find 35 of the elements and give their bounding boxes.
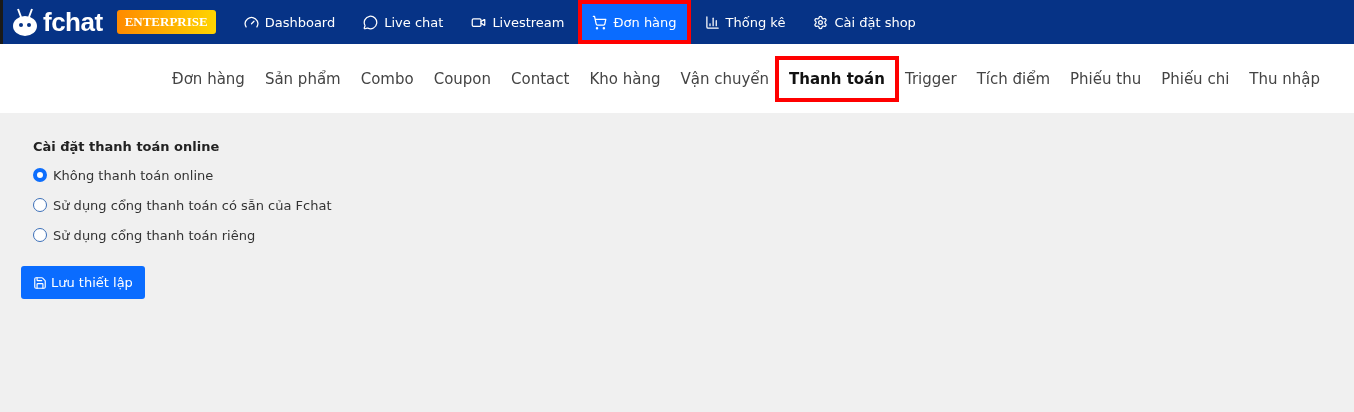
cart-icon <box>592 14 608 30</box>
robot-logo-icon <box>11 7 39 37</box>
tab[interactable]: Coupon <box>423 63 502 94</box>
nav-item[interactable]: Cài đặt shop <box>799 0 930 44</box>
tab[interactable]: Thu nhập <box>1239 63 1330 94</box>
tab[interactable]: Contact <box>501 63 580 94</box>
radio-button[interactable] <box>33 228 47 242</box>
tab[interactable]: Phiếu chi <box>1151 63 1240 94</box>
nav-item[interactable]: Đơn hàng <box>578 0 691 44</box>
section-title: Cài đặt thanh toán online <box>33 139 220 154</box>
brand-name: fchat <box>43 6 103 38</box>
save-button[interactable]: Lưu thiết lập <box>21 266 145 299</box>
tab[interactable]: Kho hàng <box>579 63 671 94</box>
tab[interactable]: Tích điểm <box>966 63 1061 94</box>
tab[interactable]: Đơn hàng <box>162 63 255 94</box>
nav-item[interactable]: Livestream <box>457 0 579 44</box>
nav-item[interactable]: Thống kê <box>690 0 800 44</box>
tab[interactable]: Trigger <box>894 63 967 94</box>
option-label: Sử dụng cổng thanh toán riêng <box>53 227 256 243</box>
tab[interactable]: Phiếu thu <box>1060 63 1152 94</box>
radio-button[interactable] <box>33 168 47 182</box>
tab[interactable]: Combo <box>350 63 424 94</box>
tab[interactable]: Vận chuyển <box>670 63 780 94</box>
bar-chart-icon <box>704 14 720 30</box>
plan-badge: ENTERPRISE <box>116 10 216 34</box>
option-label: Sử dụng cổng thanh toán có sẵn của Fchat <box>53 197 332 213</box>
radio-button[interactable] <box>33 198 47 212</box>
save-icon <box>33 275 47 290</box>
chat-bubble-icon <box>363 14 379 30</box>
gauge-icon <box>243 14 259 30</box>
settings-icon <box>813 14 829 30</box>
option-label: Không thanh toán online <box>53 167 214 183</box>
nav-item[interactable]: Dashboard <box>229 0 350 44</box>
tab[interactable]: Sản phẩm <box>254 63 351 94</box>
nav-item[interactable]: Live chat <box>349 0 458 44</box>
